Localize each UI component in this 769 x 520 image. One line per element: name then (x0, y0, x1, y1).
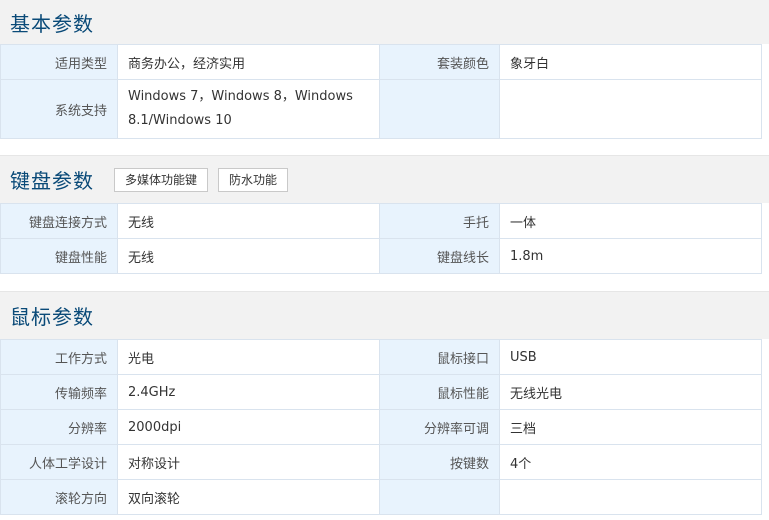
spec-value: 象牙白 (499, 44, 762, 80)
spec-key: 工作方式 (0, 339, 118, 375)
spec-value: 无线光电 (499, 374, 762, 410)
table-row: 分辨率 2000dpi 分辨率可调 三档 (0, 409, 762, 445)
spec-table: 工作方式 光电 鼠标接口 USB 传输频率 2.4GHz 鼠标性能 无线光电 分… (0, 339, 762, 515)
feature-tag-multimedia-keys[interactable]: 多媒体功能键 (114, 167, 209, 192)
spec-key (379, 479, 500, 515)
section-header: 键盘参数 多媒体功能键 防水功能 (0, 155, 769, 203)
spec-key (379, 79, 500, 139)
section-keyboard-params: 键盘参数 多媒体功能键 防水功能 键盘连接方式 无线 手托 一体 键盘性能 无线… (0, 155, 769, 274)
spec-key: 适用类型 (0, 44, 118, 80)
spec-key: 键盘性能 (0, 238, 118, 274)
table-row: 工作方式 光电 鼠标接口 USB (0, 339, 762, 375)
spec-value: 双向滚轮 (117, 479, 380, 515)
spec-key: 系统支持 (0, 79, 118, 139)
section-title: 鼠标参数 (10, 305, 94, 329)
spec-value: 1.8m (499, 238, 762, 274)
spec-value: 4个 (499, 444, 762, 480)
spec-key: 键盘线长 (379, 238, 500, 274)
spec-key: 手托 (379, 203, 500, 239)
spec-value: 无线 (117, 238, 380, 274)
spec-value: 一体 (499, 203, 762, 239)
section-basic-params: 基本参数 适用类型 商务办公，经济实用 套装颜色 象牙白 系统支持 Window… (0, 0, 769, 139)
spec-key: 按键数 (379, 444, 500, 480)
spec-value: 三档 (499, 409, 762, 445)
spec-value (499, 79, 762, 139)
spec-key: 套装颜色 (379, 44, 500, 80)
section-title: 键盘参数 (10, 169, 94, 193)
table-row: 传输频率 2.4GHz 鼠标性能 无线光电 (0, 374, 762, 410)
table-row: 适用类型 商务办公，经济实用 套装颜色 象牙白 (0, 44, 762, 80)
spec-key: 鼠标性能 (379, 374, 500, 410)
spec-key: 键盘连接方式 (0, 203, 118, 239)
table-row: 键盘连接方式 无线 手托 一体 (0, 203, 762, 239)
spec-value (499, 479, 762, 515)
spec-value: 光电 (117, 339, 380, 375)
table-row: 滚轮方向 双向滚轮 (0, 479, 762, 515)
spec-key: 人体工学设计 (0, 444, 118, 480)
spec-key: 分辨率可调 (379, 409, 500, 445)
spec-key: 分辨率 (0, 409, 118, 445)
spec-key: 滚轮方向 (0, 479, 118, 515)
spec-table: 适用类型 商务办公，经济实用 套装颜色 象牙白 系统支持 Windows 7，W… (0, 44, 762, 139)
spec-value: 对称设计 (117, 444, 380, 480)
feature-tag-waterproof[interactable]: 防水功能 (218, 167, 289, 192)
spec-value: 商务办公，经济实用 (117, 44, 380, 80)
section-header: 基本参数 (0, 0, 769, 44)
spec-value: Windows 7，Windows 8，Windows 8.1/Windows … (117, 79, 380, 139)
section-title: 基本参数 (10, 11, 94, 36)
section-mouse-params: 鼠标参数 工作方式 光电 鼠标接口 USB 传输频率 2.4GHz 鼠标性能 无… (0, 291, 769, 515)
feature-tags: 多媒体功能键 防水功能 (114, 167, 289, 192)
spec-value: USB (499, 339, 762, 375)
table-row: 系统支持 Windows 7，Windows 8，Windows 8.1/Win… (0, 79, 762, 139)
table-row: 人体工学设计 对称设计 按键数 4个 (0, 444, 762, 480)
section-header: 鼠标参数 (0, 291, 769, 339)
spec-value: 2000dpi (117, 409, 380, 445)
spec-value: 无线 (117, 203, 380, 239)
spec-table: 键盘连接方式 无线 手托 一体 键盘性能 无线 键盘线长 1.8m (0, 203, 762, 274)
spec-value: 2.4GHz (117, 374, 380, 410)
table-row: 键盘性能 无线 键盘线长 1.8m (0, 238, 762, 274)
spec-key: 鼠标接口 (379, 339, 500, 375)
spec-key: 传输频率 (0, 374, 118, 410)
